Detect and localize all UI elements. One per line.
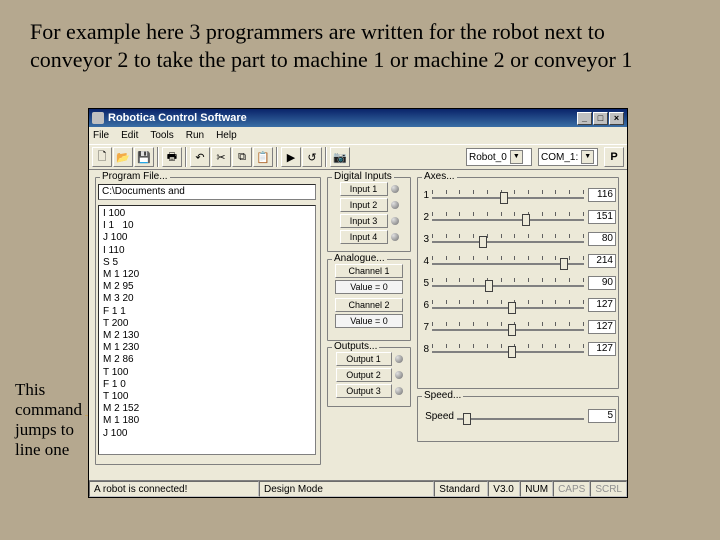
axis-6-label: 6	[420, 300, 429, 311]
input-4-button[interactable]: Input 4	[340, 230, 388, 244]
output-3-button[interactable]: Output 3	[336, 384, 392, 398]
program-file-field[interactable]: C:\Documents and	[98, 184, 316, 200]
speed-inner-label: Speed	[420, 411, 454, 422]
input-1-button[interactable]: Input 1	[340, 182, 388, 196]
status-num: NUM	[520, 481, 553, 497]
minimize-button[interactable]: _	[577, 112, 592, 125]
input-1-led	[391, 185, 399, 193]
axis-5-value: 90	[588, 276, 616, 290]
status-mode: Design Mode	[259, 481, 434, 497]
program-group: Program File... C:\Documents and I 100 I…	[95, 177, 321, 465]
print-icon[interactable]: 🖶	[162, 147, 182, 167]
menu-help[interactable]: Help	[216, 130, 237, 141]
axis-5-slider[interactable]	[432, 274, 584, 292]
menu-tools[interactable]: Tools	[150, 130, 173, 141]
axes-label: Axes...	[422, 171, 457, 182]
axis-2-label: 2	[420, 212, 429, 223]
com-combo[interactable]: COM_1:▼	[538, 148, 598, 166]
program-listbox[interactable]: I 100 I 1 10 J 100 I 110 S 5 M 1 120 M 2…	[98, 205, 316, 455]
status-scrl: SCRL	[590, 481, 627, 497]
axis-1-slider[interactable]	[432, 186, 584, 204]
axes-group: Axes... 1 116 2 151 3 80 4 2	[417, 177, 619, 389]
menu-file[interactable]: File	[93, 130, 109, 141]
paste-icon[interactable]: 📋	[253, 147, 273, 167]
copy-icon[interactable]: ⧉	[232, 147, 252, 167]
titlebar[interactable]: Robotica Control Software _ □ ×	[89, 109, 627, 127]
axis-1-label: 1	[420, 190, 429, 201]
output-2-button[interactable]: Output 2	[336, 368, 392, 382]
speed-group: Speed... Speed 5	[417, 396, 619, 442]
app-window: Robotica Control Software _ □ × File Edi…	[88, 108, 628, 498]
axis-4-slider[interactable]	[432, 252, 584, 270]
close-button[interactable]: ×	[609, 112, 624, 125]
status-version: V3.0	[488, 481, 520, 497]
axis-4-value: 214	[588, 254, 616, 268]
app-icon	[92, 112, 104, 124]
window-title: Robotica Control Software	[108, 112, 247, 124]
digital-inputs-group: Digital Inputs Input 1Input 2Input 3Inpu…	[327, 177, 411, 252]
camera-icon[interactable]: 📷	[330, 147, 350, 167]
annotation-text: This command jumps to line one	[15, 380, 85, 460]
maximize-button[interactable]: □	[593, 112, 608, 125]
statusbar: A robot is connected! Design Mode Standa…	[89, 480, 627, 497]
channel-1-value: Value = 0	[335, 280, 403, 294]
axis-3-label: 3	[420, 234, 429, 245]
axis-2-value: 151	[588, 210, 616, 224]
input-3-button[interactable]: Input 3	[340, 214, 388, 228]
cut-icon[interactable]: ✂	[211, 147, 231, 167]
channel-2-value: Value = 0	[335, 314, 403, 328]
output-1-led	[395, 355, 403, 363]
axis-6-value: 127	[588, 298, 616, 312]
axis-4-label: 4	[420, 256, 429, 267]
analogue-group: Analogue... Channel 1 Value = 0 Channel …	[327, 259, 411, 341]
axis-7-label: 7	[420, 322, 429, 333]
digital-inputs-label: Digital Inputs	[332, 171, 394, 182]
open-icon[interactable]: 📂	[113, 147, 133, 167]
analogue-label: Analogue...	[332, 253, 387, 264]
outputs-label: Outputs...	[332, 341, 379, 352]
menubar: File Edit Tools Run Help	[89, 127, 627, 144]
status-caps: CAPS	[553, 481, 590, 497]
output-3-led	[395, 387, 403, 395]
speed-label: Speed...	[422, 390, 463, 401]
axis-8-slider[interactable]	[432, 340, 584, 358]
menu-run[interactable]: Run	[186, 130, 204, 141]
status-connected: A robot is connected!	[89, 481, 259, 497]
save-icon[interactable]: 💾	[134, 147, 154, 167]
output-1-button[interactable]: Output 1	[336, 352, 392, 366]
axis-2-slider[interactable]	[432, 208, 584, 226]
step-icon[interactable]: ↺	[302, 147, 322, 167]
axis-7-slider[interactable]	[432, 318, 584, 336]
input-2-led	[391, 201, 399, 209]
axis-8-label: 8	[420, 344, 429, 355]
program-group-label: Program File...	[100, 171, 170, 182]
output-2-led	[395, 371, 403, 379]
axis-8-value: 127	[588, 342, 616, 356]
input-2-button[interactable]: Input 2	[340, 198, 388, 212]
p-button[interactable]: P	[604, 147, 624, 167]
speed-value: 5	[588, 409, 616, 423]
input-3-led	[391, 217, 399, 225]
axis-3-value: 80	[588, 232, 616, 246]
undo-icon[interactable]: ↶	[190, 147, 210, 167]
input-4-led	[391, 233, 399, 241]
channel-1-button[interactable]: Channel 1	[335, 264, 403, 278]
new-icon[interactable]: 🗋	[92, 147, 112, 167]
outputs-group: Outputs... Output 1Output 2Output 3	[327, 347, 411, 407]
axis-1-value: 116	[588, 188, 616, 202]
status-standard: Standard	[434, 481, 488, 497]
axis-3-slider[interactable]	[432, 230, 584, 248]
speed-slider[interactable]	[457, 407, 584, 425]
channel-2-button[interactable]: Channel 2	[335, 298, 403, 312]
axis-6-slider[interactable]	[432, 296, 584, 314]
axis-5-label: 5	[420, 278, 429, 289]
axis-7-value: 127	[588, 320, 616, 334]
client-area: Program File... C:\Documents and I 100 I…	[93, 171, 623, 479]
robot-combo[interactable]: Robot_0▼	[466, 148, 532, 166]
play-icon[interactable]: ▶	[281, 147, 301, 167]
menu-edit[interactable]: Edit	[121, 130, 138, 141]
slide-title: For example here 3 programmers are writt…	[30, 18, 690, 73]
toolbar: 🗋 📂 💾 🖶 ↶ ✂ ⧉ 📋 ▶ ↺ 📷 Robot_0▼ COM_1:▼ P	[89, 144, 627, 170]
